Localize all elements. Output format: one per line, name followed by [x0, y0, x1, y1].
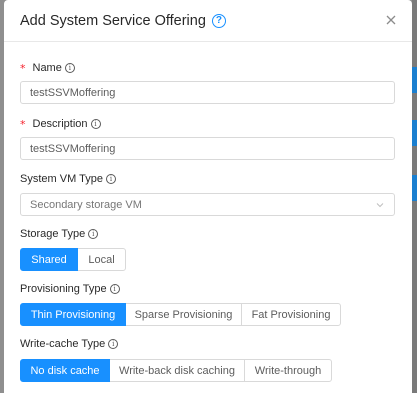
description-input[interactable]: testSSVMoffering [20, 137, 395, 160]
add-system-service-offering-dialog: Add System Service Offering ? * Name i t… [4, 0, 412, 393]
write-cache-type-label-text: Write-cache Type [20, 338, 106, 350]
info-circle-icon[interactable]: i [109, 284, 120, 294]
info-circle-icon[interactable]: i [90, 119, 101, 129]
write-cache-type-label: Write-cache Type i [20, 336, 119, 352]
background-page-tab [412, 175, 417, 201]
background-page-tab [412, 120, 417, 146]
storage-type-label-text: Storage Type [20, 228, 86, 240]
name-input-value: testSSVMoffering [30, 86, 116, 99]
description-input-value: testSSVMoffering [30, 142, 116, 155]
description-label: * Description i [20, 116, 101, 132]
name-label: * Name i [20, 60, 75, 76]
close-icon[interactable] [384, 13, 398, 27]
info-circle-icon[interactable]: i [105, 174, 116, 184]
required-marker: * [20, 117, 26, 131]
write-cache-no-disk-cache-option[interactable]: No disk cache [20, 359, 110, 382]
storage-type-label: Storage Type i [20, 226, 99, 242]
provisioning-type-thin-option[interactable]: Thin Provisioning [20, 303, 126, 326]
modal-header: Add System Service Offering ? [4, 0, 412, 42]
required-marker: * [20, 61, 26, 75]
name-input[interactable]: testSSVMoffering [20, 81, 395, 104]
system-vm-type-label: System VM Type i [20, 171, 116, 187]
storage-type-local-option[interactable]: Local [77, 248, 126, 271]
background-page-tab [412, 67, 417, 93]
system-vm-type-select[interactable]: Secondary storage VM [20, 193, 395, 216]
info-circle-icon[interactable]: i [108, 339, 119, 349]
provisioning-type-fat-option[interactable]: Fat Provisioning [241, 303, 341, 326]
storage-type-radio-group: Shared Local [20, 248, 126, 271]
system-vm-type-label-text: System VM Type [20, 173, 103, 185]
provisioning-type-label-text: Provisioning Type [20, 283, 107, 295]
provisioning-type-label: Provisioning Type i [20, 281, 120, 297]
name-label-text: Name [32, 62, 62, 74]
modal-title: Add System Service Offering [20, 12, 206, 29]
provisioning-type-sparse-option[interactable]: Sparse Provisioning [125, 303, 242, 326]
info-circle-icon[interactable]: i [64, 63, 75, 73]
info-circle-icon[interactable]: i [88, 229, 99, 239]
question-circle-icon[interactable]: ? [211, 13, 226, 28]
write-cache-write-back-option[interactable]: Write-back disk caching [109, 359, 245, 382]
chevron-down-icon [376, 202, 384, 207]
write-cache-write-through-option[interactable]: Write-through [244, 359, 332, 382]
background-page-edge [412, 0, 417, 393]
system-vm-type-selected: Secondary storage VM [30, 198, 142, 211]
provisioning-type-radio-group: Thin Provisioning Sparse Provisioning Fa… [20, 303, 341, 326]
storage-type-shared-option[interactable]: Shared [20, 248, 78, 271]
description-label-text: Description [32, 118, 88, 130]
write-cache-type-radio-group: No disk cache Write-back disk caching Wr… [20, 359, 332, 382]
